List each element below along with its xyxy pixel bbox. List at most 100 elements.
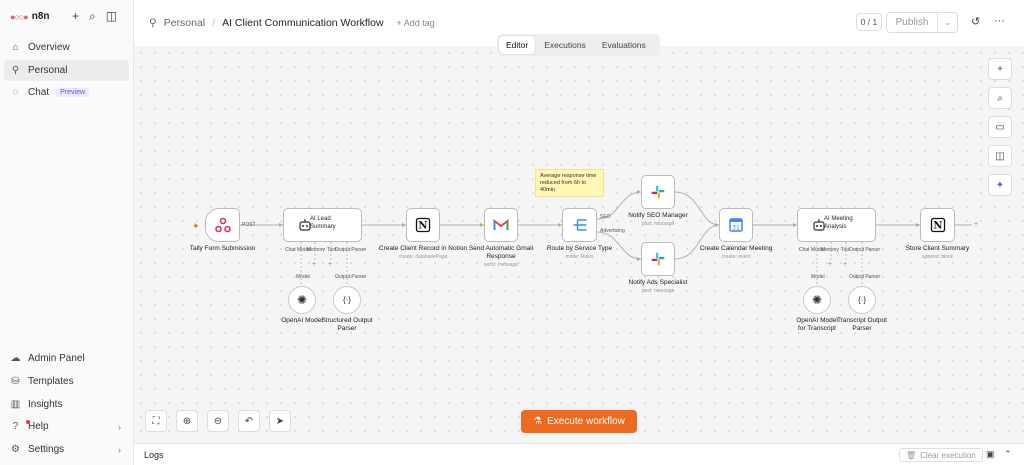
collapse-sidebar-icon[interactable]: ◫ [106, 9, 117, 24]
logs-panel[interactable]: Logs 🗑 Clear execution ▣ ⌃ [134, 443, 1024, 465]
openai-icon: ✺ [811, 293, 823, 307]
toggle-panel-button[interactable]: ◫ [988, 145, 1012, 167]
note-icon: ▭ [995, 121, 1005, 133]
node-sublabel: mode: Rules [565, 253, 594, 260]
node-label: AI Meeting Analysis [824, 216, 853, 230]
clear-execution-button[interactable]: 🗑 Clear execution [899, 448, 983, 462]
add-tag-button[interactable]: + Add tag [397, 18, 435, 28]
node-structured-output-parser[interactable]: {·} Structured Output Parser [321, 286, 373, 332]
chevron-right-icon: › [118, 421, 121, 432]
sidebar-item-templates[interactable]: ⛁ Templates [4, 371, 129, 392]
add-sub-node-icon[interactable]: + [828, 261, 832, 268]
node-label: Create Client Record in Notion create: da… [378, 245, 468, 260]
version-counter: 0 / 1 [856, 13, 882, 31]
history-icon[interactable]: ↺ [971, 15, 980, 28]
plus-icon[interactable]: + [72, 9, 79, 24]
node-store-client-summary[interactable]: N Store Client Summary append: block [906, 208, 969, 260]
trigger-bolt-icon: ✦ [192, 221, 200, 231]
node-label-text: Create Calendar Meeting [699, 245, 773, 252]
preview-badge: Preview [56, 88, 90, 97]
app-name: n8n [31, 11, 50, 22]
tab-executions[interactable]: Executions [537, 36, 593, 54]
switch-router-icon [572, 219, 587, 232]
sidebar-item-admin-panel[interactable]: ☁ Admin Panel [4, 348, 129, 369]
add-sub-node-icon[interactable]: + [312, 261, 316, 268]
n8n-logo[interactable]: ●○○● n8n [10, 11, 50, 22]
sidebar-item-overview[interactable]: ⌂ Overview [4, 37, 129, 58]
sidebar-item-personal[interactable]: ⚲ Personal [4, 60, 129, 81]
chat-icon: ◌ [12, 87, 19, 98]
node-route-by-service[interactable]: Route by Service Type mode: Rules [547, 208, 612, 260]
sidebar: ●○○● n8n + ⌕ ◫ ⌂ Overview ⚲ Personal ◌ C… [0, 0, 134, 465]
port-label: Output Parser [849, 274, 881, 280]
more-options-icon[interactable]: ··· [994, 15, 1005, 27]
node-create-client-record[interactable]: N Create Client Record in Notion create: … [379, 208, 467, 260]
sidebar-item-insights[interactable]: ▥ Insights [4, 394, 129, 415]
breadcrumb-project[interactable]: Personal [164, 17, 205, 29]
port-label: Advertising [600, 228, 625, 234]
sidebar-item-label: Chat [28, 87, 50, 98]
node-sublabel: append: block [921, 253, 954, 260]
reset-zoom-button[interactable]: ↶ [238, 410, 260, 432]
notion-icon: N [415, 217, 431, 233]
node-notify-ads-specialist[interactable]: Notify Ads Specialist post: message [629, 242, 687, 294]
zoom-in-button[interactable]: ⊕ [176, 410, 198, 432]
add-node-button[interactable]: + [988, 58, 1012, 80]
sticky-note[interactable]: Average response time reduced from 6h to… [535, 169, 604, 197]
clear-execution-label: Clear execution [920, 450, 976, 460]
sidebar-item-settings[interactable]: ⚙ Settings › [4, 439, 129, 460]
view-tabs: Editor Executions Evaluations [497, 34, 660, 56]
add-next-node-icon[interactable]: + [974, 221, 978, 228]
node-sublabel: post: message [641, 220, 675, 227]
search-icon[interactable]: ⌕ [89, 9, 96, 24]
code-braces-icon: {·} [857, 295, 867, 305]
sidebar-item-chat[interactable]: ◌ Chat Preview [4, 82, 129, 103]
node-label: Structured Output Parser [321, 317, 373, 332]
node-label: Store Client Summary append: block [893, 245, 983, 260]
node-tally-form[interactable]: Tally Form Submission [190, 208, 255, 252]
gmail-icon [493, 219, 509, 231]
tidy-up-button[interactable]: ➤ [269, 410, 291, 432]
slack-icon [651, 252, 665, 266]
sidebar-item-help[interactable]: ? Help › [4, 416, 129, 437]
sparkle-icon: ✦ [995, 179, 1005, 191]
publish-button[interactable]: Publish ⌄ [886, 12, 958, 33]
node-openai-model-transcript[interactable]: ✺ OpenAI Model for Transcript [796, 286, 838, 332]
search-icon: ⌕ [997, 92, 1003, 104]
node-send-gmail[interactable]: Send Automatic Gmail Response send: messa… [469, 208, 533, 268]
zoom-out-button[interactable]: ⊖ [207, 410, 229, 432]
flask-icon: ⚗ [533, 416, 543, 427]
node-transcript-output-parser[interactable]: {·} Transcript Output Parser [837, 286, 887, 332]
add-sub-node-icon[interactable]: + [843, 261, 847, 268]
popout-icon[interactable]: ▣ [986, 449, 995, 460]
chevron-up-icon[interactable]: ⌃ [1004, 449, 1012, 460]
node-openai-model[interactable]: ✺ OpenAI Model [281, 286, 323, 324]
chevron-down-icon[interactable]: ⌄ [937, 13, 957, 32]
sidebar-item-label: Templates [28, 376, 74, 387]
ai-assistant-button[interactable]: ✦ [988, 174, 1012, 196]
panel-icon: ◫ [995, 150, 1005, 162]
templates-icon: ⛁ [11, 376, 20, 387]
node-label-text: Route by Service Type [546, 245, 613, 252]
node-notify-seo-manager[interactable]: Notify SEO Manager post: message [628, 175, 688, 227]
node-sublabel: create: event [721, 253, 751, 260]
help-icon: ? [10, 420, 30, 432]
node-label-text: Create Client Record in Notion [378, 245, 468, 252]
sticky-note-button[interactable]: ▭ [988, 116, 1012, 138]
add-sub-node-icon[interactable]: + [328, 261, 332, 268]
gear-icon: ⚙ [11, 444, 20, 455]
node-create-calendar-meeting[interactable]: 31 Create Calendar Meeting create: event [700, 208, 772, 260]
user-icon: ⚲ [149, 17, 157, 29]
node-label: Notify Ads Specialist post: message [613, 279, 703, 294]
node-ai-meeting-analysis[interactable]: AI Meeting Analysis [797, 208, 876, 242]
workflow-title[interactable]: AI Client Communication Workflow [222, 17, 383, 29]
undo-icon: ↶ [244, 415, 254, 427]
code-braces-icon: {·} [342, 295, 352, 305]
execute-workflow-button[interactable]: ⚗ Execute workflow [521, 410, 637, 433]
fit-view-button[interactable]: ⛶ [145, 410, 167, 432]
search-nodes-button[interactable]: ⌕ [988, 87, 1012, 109]
node-ai-lead-summary[interactable]: AI Lead Summary [283, 208, 362, 242]
tab-editor[interactable]: Editor [499, 36, 536, 54]
port-label: POST [242, 222, 256, 228]
tab-evaluations[interactable]: Evaluations [595, 36, 653, 54]
